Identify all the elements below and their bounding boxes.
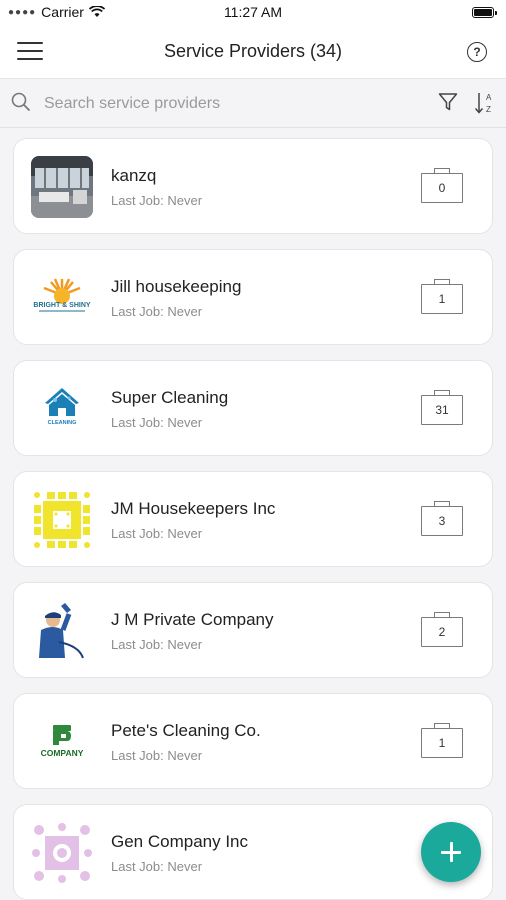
help-icon[interactable]: ? — [467, 42, 487, 62]
logo-text: CLEANING — [48, 420, 77, 426]
job-count-badge[interactable]: 31 — [421, 390, 463, 425]
job-count-badge[interactable]: 2 — [421, 612, 463, 647]
search-input[interactable] — [42, 90, 386, 118]
job-count-badge[interactable]: 1 — [421, 723, 463, 758]
svg-text:Z: Z — [486, 105, 491, 114]
provider-card[interactable]: BRIGHT & SHINY Jill housekeeping Last Jo… — [13, 249, 493, 345]
provider-name: J M Private Company — [111, 610, 274, 629]
window-cleaner-logo — [31, 600, 93, 662]
room-photo — [31, 156, 93, 218]
last-job-text: Last Job: Never — [111, 748, 203, 763]
job-count-badge[interactable]: 1 — [421, 279, 463, 314]
bright-shiny-logo: BRIGHT & SHINY — [31, 267, 93, 329]
logo-text: COMPANY — [41, 748, 84, 758]
page-title: Service Providers (34) — [163, 41, 343, 61]
last-job-text: Last Job: Never — [111, 304, 203, 319]
yellow-pattern-logo — [31, 489, 93, 551]
job-count-badge[interactable]: 0 — [421, 168, 463, 203]
provider-name: Super Cleaning — [111, 388, 229, 407]
provider-name: Pete's Cleaning Co. — [111, 721, 261, 740]
search-icon — [11, 92, 31, 112]
last-job-text: Last Job: Never — [111, 859, 203, 874]
status-bar: ●●●● Carrier 11:27 AM — [0, 0, 506, 26]
provider-card[interactable]: J M Private Company Last Job: Never 2 — [13, 582, 493, 678]
search-bar: A Z — [0, 79, 506, 128]
job-count-badge[interactable]: 3 — [421, 501, 463, 536]
provider-card[interactable]: CLEANING Super Cleaning Last Job: Never … — [13, 360, 493, 456]
provider-card[interactable]: JM Housekeepers Inc Last Job: Never 3 — [13, 471, 493, 567]
last-job-text: Last Job: Never — [111, 637, 203, 652]
filter-icon[interactable] — [438, 92, 458, 112]
provider-name: kanzq — [111, 166, 157, 185]
logo-text: BRIGHT & SHINY — [33, 302, 91, 309]
battery-icon — [472, 7, 497, 18]
last-job-text: Last Job: Never — [111, 415, 203, 430]
provider-name: Jill housekeeping — [111, 277, 242, 296]
provider-name: Gen Company Inc — [111, 832, 249, 851]
status-time: 11:27 AM — [223, 4, 283, 20]
last-job-text: Last Job: Never — [111, 526, 203, 541]
provider-card[interactable]: kanzq Last Job: Never 0 — [13, 138, 493, 234]
cleaning-house-logo: CLEANING — [31, 378, 93, 440]
sort-icon[interactable]: A Z — [474, 91, 496, 115]
last-job-text: Last Job: Never — [111, 193, 203, 208]
add-provider-button[interactable] — [421, 822, 481, 882]
svg-text:A: A — [486, 93, 492, 102]
provider-name: JM Housekeepers Inc — [111, 499, 276, 518]
nav-bar: Service Providers (34) ? — [0, 26, 506, 79]
provider-card[interactable]: COMPANY Pete's Cleaning Co. Last Job: Ne… — [13, 693, 493, 789]
pink-pattern-logo — [31, 822, 93, 884]
company-logo: COMPANY — [31, 711, 93, 773]
